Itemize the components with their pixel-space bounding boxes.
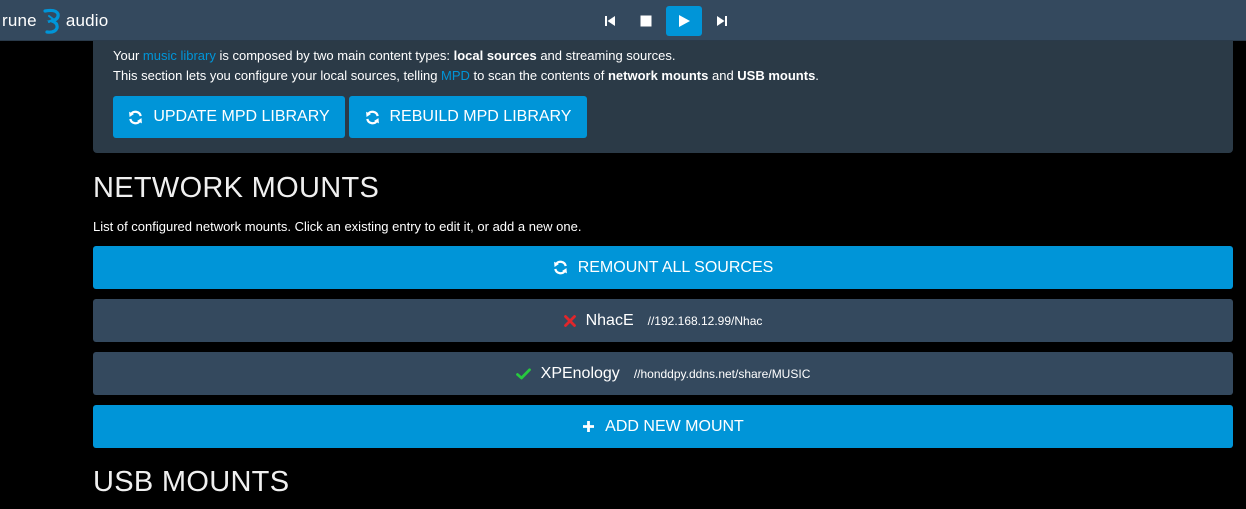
rebuild-mpd-library-label: REBUILD MPD LIBRARY (389, 108, 572, 125)
mount-address: //192.168.12.99/Nhac (647, 313, 763, 328)
logo-text-right: audio (65, 11, 109, 30)
network-mounts-title: NETWORK MOUNTS (93, 172, 380, 204)
next-button[interactable] (704, 6, 740, 36)
rune-logo-icon (43, 8, 60, 34)
mount-name: XPEnology (540, 364, 620, 382)
mount-address: //honddpy.ddns.net/share/MUSIC (633, 366, 811, 381)
update-mpd-library-label: UPDATE MPD LIBRARY (153, 108, 330, 125)
stop-icon (640, 15, 652, 27)
plus-icon (583, 421, 595, 432)
library-intro-line-2: This section lets you configure your loc… (113, 68, 819, 83)
remount-all-sources-label: REMOUNT ALL SOURCES (577, 258, 774, 276)
rebuild-mpd-library-button[interactable]: REBUILD MPD LIBRARY (349, 96, 587, 138)
check-icon (515, 367, 531, 380)
usb-mounts-title: USB MOUNTS (93, 466, 290, 498)
mpd-link[interactable]: MPD (441, 68, 470, 83)
network-mount-item[interactable]: NhacE //192.168.12.99/Nhac (93, 299, 1233, 342)
previous-button[interactable] (592, 6, 628, 36)
network-mount-item[interactable]: XPEnology //honddpy.ddns.net/share/MUSIC (93, 352, 1233, 395)
network-mounts-description: List of configured network mounts. Click… (93, 219, 582, 234)
refresh-icon (129, 110, 143, 124)
runeaudio-logo[interactable]: rune audio (2, 8, 108, 34)
playback-controls (592, 6, 740, 36)
update-mpd-library-button[interactable]: UPDATE MPD LIBRARY (113, 96, 345, 138)
library-intro-line-1: Your music library is composed by two ma… (113, 48, 676, 63)
logo-text-left: rune (2, 11, 37, 30)
add-new-mount-label: ADD NEW MOUNT (605, 417, 744, 435)
refresh-icon (553, 260, 567, 275)
mount-name: NhacE (585, 311, 634, 329)
library-info-panel: Your music library is composed by two ma… (93, 41, 1233, 153)
skip-previous-icon (605, 16, 615, 26)
top-bar: rune audio (0, 0, 1246, 41)
skip-next-icon (717, 16, 727, 26)
play-button[interactable] (666, 6, 702, 36)
refresh-icon (365, 110, 379, 124)
remount-all-sources-button[interactable]: REMOUNT ALL SOURCES (93, 246, 1233, 289)
stop-button[interactable] (628, 6, 664, 36)
music-library-link[interactable]: music library (143, 48, 216, 63)
play-icon (678, 15, 690, 27)
error-x-icon (563, 314, 576, 327)
add-new-mount-button[interactable]: ADD NEW MOUNT (93, 405, 1233, 448)
